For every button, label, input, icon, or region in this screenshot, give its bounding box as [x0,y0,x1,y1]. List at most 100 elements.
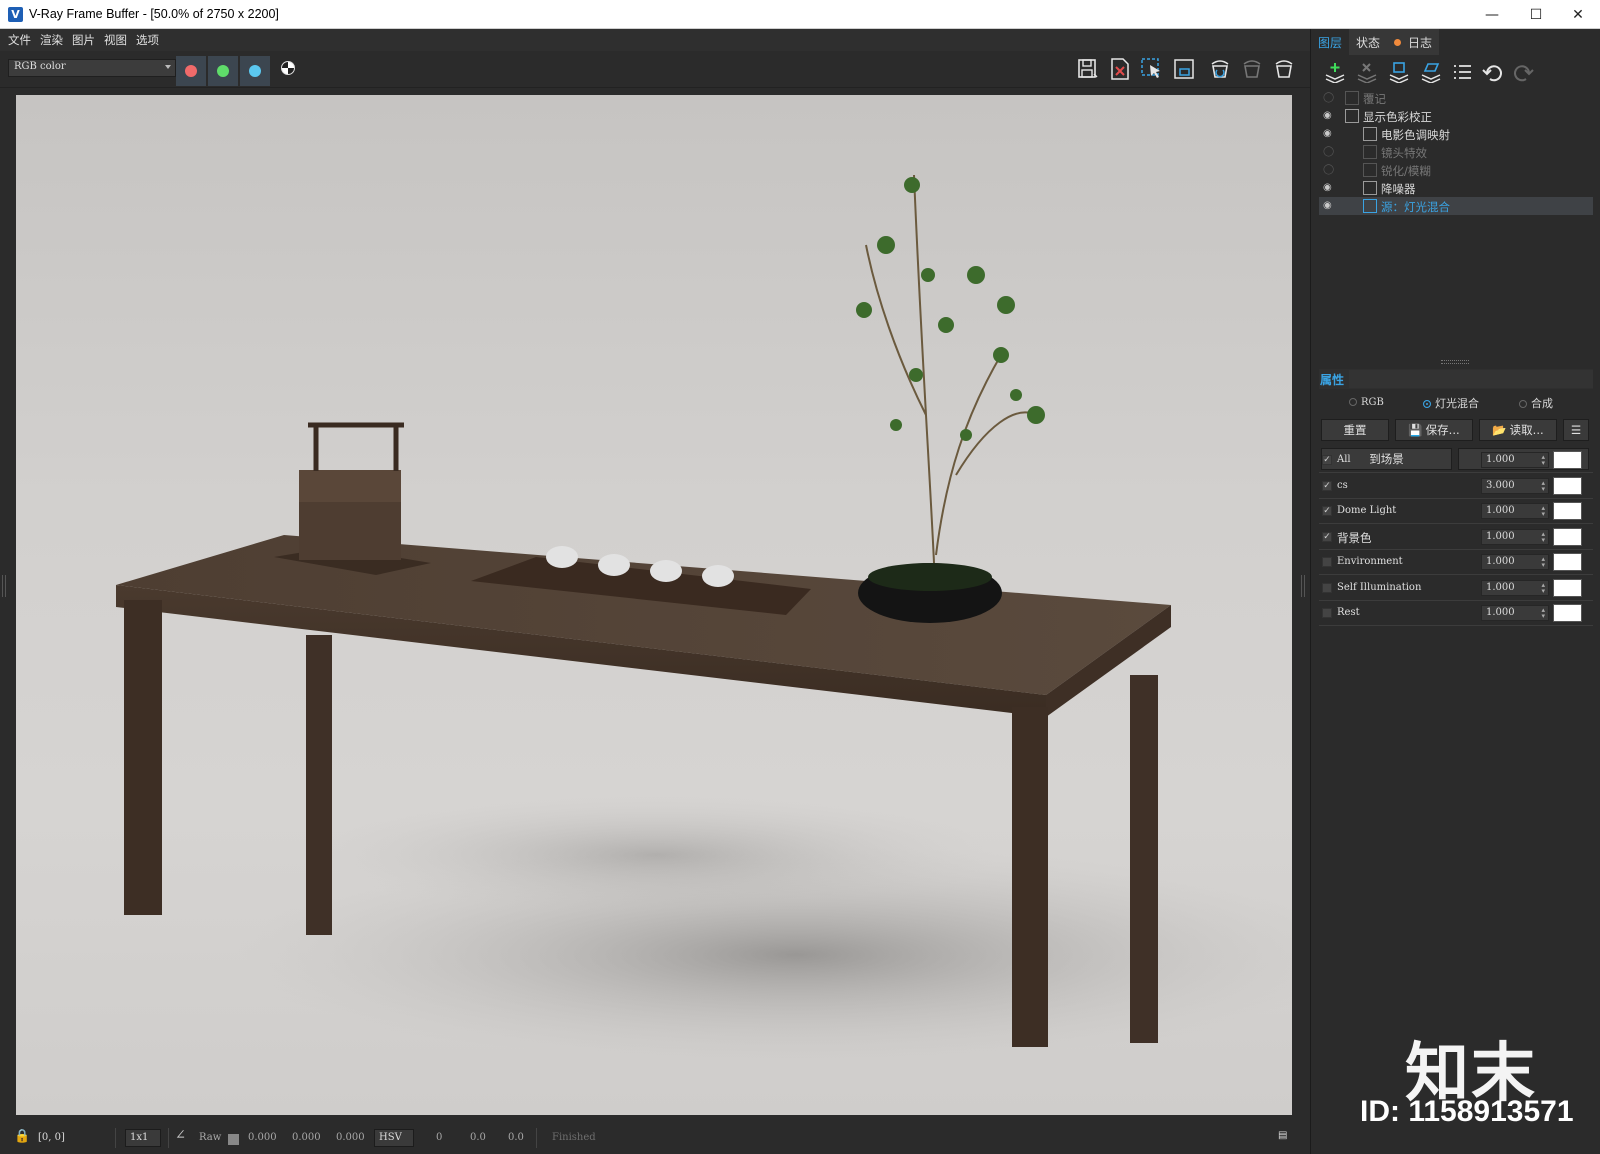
lightmix-color-swatch[interactable] [1553,451,1582,469]
curve-icon[interactable]: ∠ [175,1128,186,1143]
radio-dot [1349,398,1357,406]
tab-layers[interactable]: 图层 [1311,29,1350,55]
region-render-icon[interactable] [1172,57,1196,81]
visibility-icon[interactable]: ◯ [1323,146,1335,158]
mode-composite-radio[interactable]: 合成 [1519,395,1553,411]
lightmix-checkbox[interactable]: ✓ [1322,531,1332,542]
save-preset-button[interactable]: 💾 保存... [1395,419,1473,441]
colorspace-select[interactable]: HSV [374,1129,414,1147]
left-splitter-handle[interactable] [2,575,6,597]
panel-resize-handle[interactable] [1441,360,1469,364]
blue-channel-button[interactable] [240,56,270,86]
visibility-icon[interactable]: ◯ [1323,164,1335,176]
spinner-arrows-icon[interactable]: ▴ ▾ [1541,479,1545,492]
menu-view[interactable]: 视图 [104,32,127,48]
lightmix-name: 背景色 [1337,530,1372,545]
eye-icon[interactable]: ◉ [1323,128,1335,140]
preset-menu-button[interactable]: ☰ [1563,419,1589,441]
layer-row[interactable]: ◉ 电影色调映射 [1319,125,1593,143]
lightmix-intensity-spinner[interactable]: 1.000 ▴ ▾ [1481,503,1549,519]
save-layers-icon[interactable] [1387,61,1411,84]
layer-row[interactable]: ◯ 锐化/模糊 [1319,161,1593,179]
lightmix-row: Self Illumination 1.000 ▴ ▾ [1319,576,1593,601]
lightmix-intensity-spinner[interactable]: 3.000 ▴ ▾ [1481,477,1549,494]
menu-file[interactable]: 文件 [8,32,31,48]
lightmix-row: ✓ Dome Light 1.000 ▴ ▾ [1319,499,1593,524]
lock-icon[interactable]: 🔒 [14,1129,30,1144]
minimize-button[interactable]: — [1470,0,1514,29]
track-mouse-icon[interactable] [1140,57,1164,81]
delete-layer-icon[interactable] [1355,61,1379,84]
radio-label: 合成 [1531,397,1553,410]
tab-stats[interactable]: 状态 [1349,29,1388,55]
panel-splitter-handle[interactable] [1301,575,1305,597]
spinner-arrows-icon[interactable]: ▴ ▾ [1541,607,1545,620]
spinner-arrows-icon[interactable]: ▴ ▾ [1541,530,1545,543]
maximize-button[interactable]: ☐ [1514,0,1558,29]
reset-button[interactable]: 重置 [1321,419,1389,441]
visibility-icon[interactable]: ◯ [1323,92,1335,104]
lightmix-color-swatch[interactable] [1553,604,1582,622]
radio-label: RGB [1361,397,1384,408]
lightmix-checkbox[interactable] [1322,582,1332,593]
monochrome-button[interactable] [281,61,295,75]
color-mode: Raw [199,1132,222,1143]
lightmix-color-swatch[interactable] [1553,578,1582,597]
layer-list-icon[interactable] [1451,61,1475,83]
lightmix-checkbox[interactable]: ✓ [1322,455,1332,465]
green-channel-button[interactable] [208,56,238,86]
lightmix-intensity-spinner[interactable]: 1.000 ▴ ▾ [1481,554,1549,570]
properties-header: 属性 [1319,369,1593,389]
undo-icon[interactable] [1481,61,1505,83]
render-viewport[interactable] [16,95,1292,1115]
vray-logo-icon: V [8,6,23,22]
eye-icon[interactable]: ◉ [1323,110,1335,122]
mode-rgb-radio[interactable]: RGB [1349,395,1384,408]
lightmix-checkbox[interactable] [1322,557,1332,567]
menu-image[interactable]: 图片 [72,32,95,48]
redo-icon[interactable] [1511,61,1535,83]
tea-cup [546,546,578,568]
menu-options[interactable]: 选项 [136,32,159,48]
eye-icon[interactable]: ◉ [1323,200,1335,212]
lightmix-color-swatch[interactable] [1553,553,1582,571]
spinner-arrows-icon[interactable]: ▴ ▾ [1541,556,1545,569]
lightmix-checkbox[interactable] [1322,608,1332,618]
load-layers-icon[interactable] [1419,61,1443,84]
lightmix-color-swatch[interactable] [1553,502,1582,520]
lightmix-checkbox[interactable]: ✓ [1322,480,1332,491]
lightmix-color-swatch[interactable] [1553,476,1582,495]
close-button[interactable]: ✕ [1556,0,1600,29]
render-last-icon[interactable] [1208,57,1232,81]
layer-row[interactable]: ◯ 镜头特效 [1319,143,1593,161]
log-toggle-icon[interactable]: ▤ [1278,1130,1287,1141]
save-image-icon[interactable] [1076,57,1100,81]
red-channel-button[interactable] [176,56,206,86]
menu-render[interactable]: 渲染 [40,32,63,48]
lightmix-intensity-spinner[interactable]: 1.000 ▴ ▾ [1481,452,1549,468]
load-preset-button[interactable]: 📂 读取... [1479,419,1557,441]
clear-image-icon[interactable] [1108,57,1132,81]
render-interactive-icon[interactable] [1240,57,1264,81]
eye-icon[interactable]: ◉ [1323,182,1335,194]
layer-row[interactable]: ◉ 降噪器 [1319,179,1593,197]
lightmix-intensity-spinner[interactable]: 1.000 ▴ ▾ [1481,528,1549,545]
create-layer-icon[interactable] [1323,61,1347,84]
spinner-arrows-icon[interactable]: ▴ ▾ [1541,581,1545,594]
layer-row[interactable]: ◯ 覆记 [1319,89,1593,107]
lightmix-name: Environment [1337,556,1403,567]
lightmix-checkbox[interactable]: ✓ [1322,506,1332,516]
mode-lightmix-radio[interactable]: 灯光混合 [1423,395,1479,411]
spinner-arrows-icon[interactable]: ▴ ▾ [1541,505,1545,518]
spinner-arrows-icon[interactable]: ▴ ▾ [1541,454,1545,467]
lightmix-intensity-spinner[interactable]: 1.000 ▴ ▾ [1481,579,1549,596]
layer-row-selected[interactable]: ◉ 源：灯光混合 [1319,197,1593,215]
layer-row[interactable]: ◉ 显示色彩校正 [1319,107,1593,125]
lightmix-intensity-spinner[interactable]: 1.000 ▴ ▾ [1481,605,1549,621]
render-icon[interactable] [1272,57,1296,81]
zoom-select[interactable]: 1x1 [125,1129,161,1147]
tab-log[interactable]: 日志 [1387,29,1440,55]
denoiser-layer-icon [1363,181,1377,195]
channel-select[interactable]: RGB color [8,59,176,77]
lightmix-color-swatch[interactable] [1553,527,1582,546]
